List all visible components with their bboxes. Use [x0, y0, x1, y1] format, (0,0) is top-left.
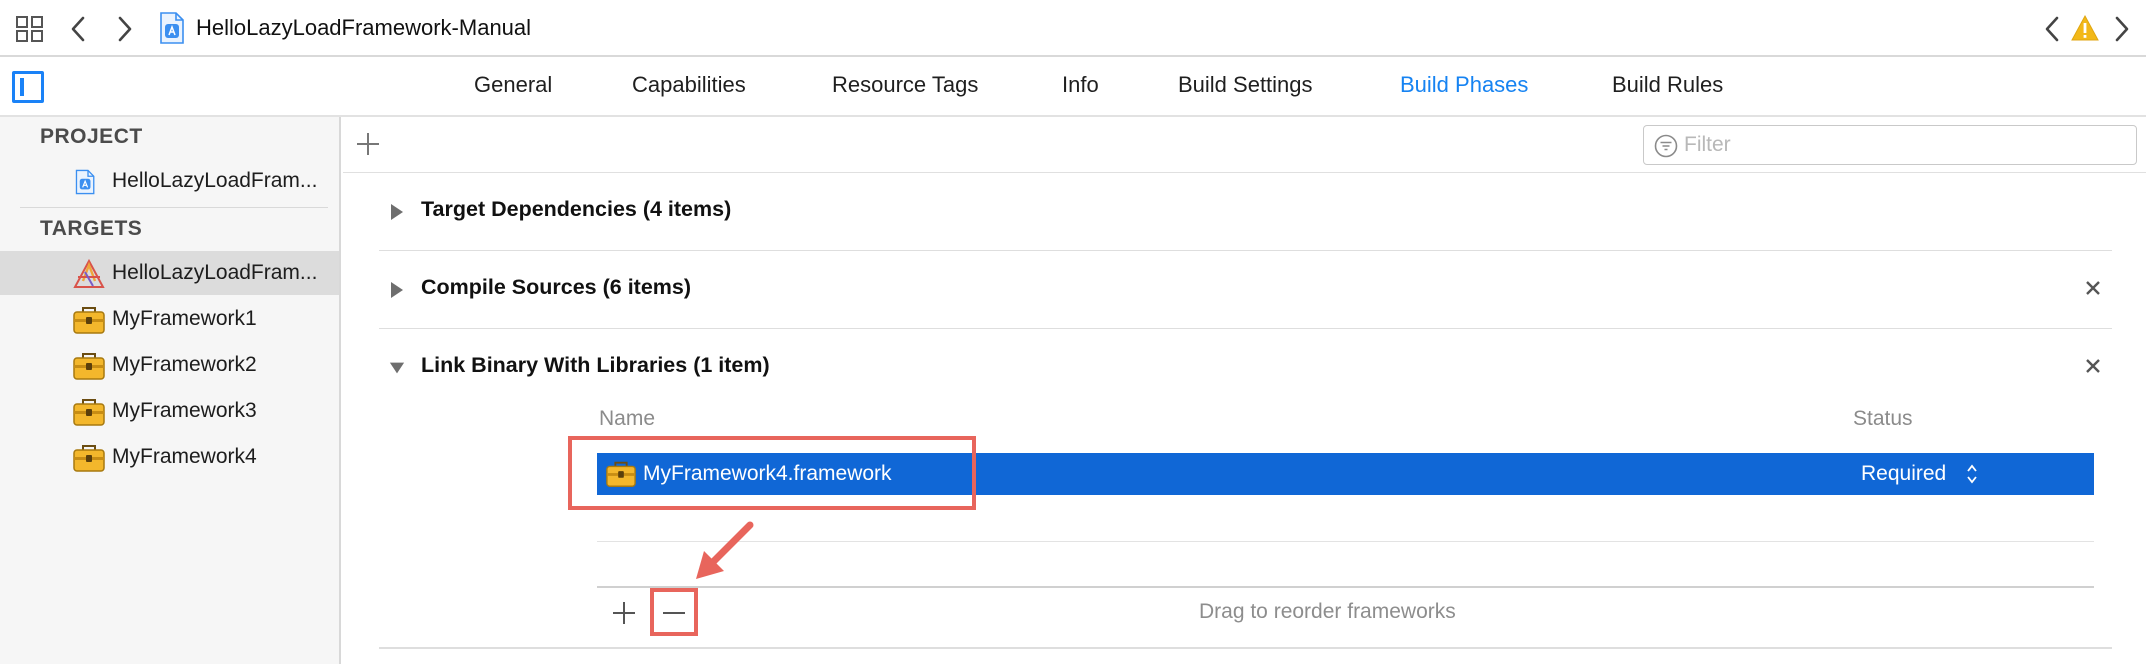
tab-build-phases[interactable]: Build Phases [1400, 72, 1528, 98]
project-navigator-sidebar: PROJECT HelloLazyLoadFram... TARGETS Hel… [0, 117, 341, 664]
filter-input[interactable] [1684, 130, 2124, 160]
disclosure-triangle-right-icon[interactable] [389, 203, 405, 221]
chevron-left-icon[interactable] [2042, 14, 2062, 44]
row-separator [597, 541, 2094, 542]
phase-target-dependencies: Target Dependencies (4 items) [379, 173, 2112, 251]
sidebar-item-target-myframework3[interactable]: MyFramework3 [0, 389, 339, 433]
column-header-name[interactable]: Name [599, 407, 655, 431]
tab-info[interactable]: Info [1062, 72, 1099, 98]
sidebar-item-label: MyFramework4 [112, 445, 257, 468]
sidebar-item-label: HelloLazyLoadFram... [112, 261, 318, 284]
section-divider [379, 647, 2112, 649]
tab-resource-tags[interactable]: Resource Tags [832, 72, 978, 98]
chevron-left-icon[interactable] [66, 14, 92, 44]
sidebar-item-target-myframework1[interactable]: MyFramework1 [0, 297, 339, 341]
disclosure-triangle-down-icon[interactable] [389, 359, 405, 377]
highlight-box-library [568, 436, 976, 510]
tab-general[interactable]: General [474, 72, 552, 98]
grid-icon[interactable] [16, 16, 44, 42]
sidebar-toggle-icon[interactable] [12, 71, 44, 103]
sidebar-item-target-myframework2[interactable]: MyFramework2 [0, 343, 339, 387]
close-icon[interactable] [2082, 277, 2104, 299]
sidebar-item-project[interactable]: HelloLazyLoadFram... [0, 159, 339, 203]
filter-icon[interactable] [1654, 134, 1678, 158]
tab-build-rules[interactable]: Build Rules [1612, 72, 1723, 98]
drag-hint-text: Drag to reorder frameworks [1199, 600, 1456, 623]
column-header-status[interactable]: Status [1853, 407, 1913, 431]
toolbox-icon [73, 399, 105, 426]
sidebar-item-target-myframework4[interactable]: MyFramework4 [0, 435, 339, 479]
targets-section-header: TARGETS [40, 217, 143, 240]
project-section-header: PROJECT [40, 125, 143, 148]
filter-field[interactable] [1643, 125, 2137, 165]
toolbox-icon [73, 445, 105, 472]
sidebar-item-label: MyFramework1 [112, 307, 257, 330]
annotation-arrow-icon [696, 521, 754, 579]
chevron-right-icon[interactable] [2112, 14, 2132, 44]
sidebar-item-label: MyFramework3 [112, 399, 257, 422]
build-phases-editor: Target Dependencies (4 items) Compile So… [343, 117, 2146, 664]
close-icon[interactable] [2082, 355, 2104, 377]
phase-header[interactable]: Compile Sources (6 items) [379, 251, 2112, 329]
phase-title: Link Binary With Libraries (1 item) [421, 353, 770, 377]
phase-compile-sources: Compile Sources (6 items) [379, 251, 2112, 329]
phases-toolbar [343, 117, 2146, 173]
sidebar-item-label: HelloLazyLoadFram... [112, 169, 318, 192]
chevron-right-icon[interactable] [111, 14, 137, 44]
phase-header[interactable]: Target Dependencies (4 items) [379, 173, 2112, 251]
library-status-select[interactable]: Required [1861, 462, 1946, 486]
editor-tab-bar: General Capabilities Resource Tags Info … [0, 57, 2146, 117]
highlight-box-remove [650, 588, 698, 636]
sidebar-divider [20, 207, 328, 208]
app-target-icon [73, 259, 105, 288]
toolbox-icon [73, 353, 105, 380]
phase-title: Compile Sources (6 items) [421, 275, 692, 299]
phase-link-binary-with-libraries: Link Binary With Libraries (1 item) [379, 329, 2112, 407]
updown-chevron-icon[interactable] [1965, 462, 1979, 486]
sidebar-item-target-app[interactable]: HelloLazyLoadFram... [0, 251, 339, 295]
add-build-phase-button[interactable] [355, 131, 381, 157]
app-file-icon [75, 169, 95, 195]
toolbox-icon [73, 307, 105, 334]
disclosure-triangle-right-icon[interactable] [389, 281, 405, 299]
jump-bar: HelloLazyLoadFramework-Manual [0, 0, 2146, 57]
add-library-button[interactable] [611, 600, 637, 626]
phase-header[interactable]: Link Binary With Libraries (1 item) [379, 329, 2112, 407]
tab-capabilities[interactable]: Capabilities [632, 72, 746, 98]
tab-build-settings[interactable]: Build Settings [1178, 72, 1313, 98]
warning-icon[interactable] [2070, 14, 2100, 42]
library-list-footer: Drag to reorder frameworks [597, 586, 2094, 646]
project-path-title[interactable]: HelloLazyLoadFramework-Manual [196, 15, 531, 41]
app-file-icon [160, 12, 184, 44]
sidebar-item-label: MyFramework2 [112, 353, 257, 376]
phase-title: Target Dependencies (4 items) [421, 197, 732, 221]
